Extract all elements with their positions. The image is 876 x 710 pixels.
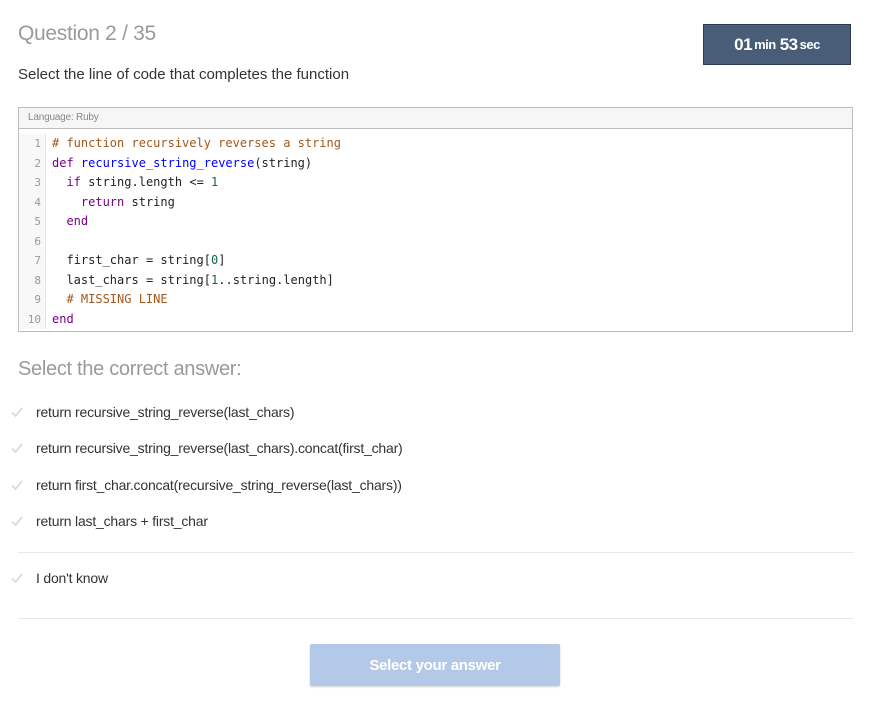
answer-label: return recursive_string_reverse(last_cha…	[36, 404, 295, 420]
answer-option-3[interactable]: return first_char.concat(recursive_strin…	[10, 473, 402, 497]
code-snippet: Language: Ruby 1 2 3 4 5 6 7 8 9 10 # fu…	[18, 107, 853, 332]
answer-option-2[interactable]: return recursive_string_reverse(last_cha…	[10, 436, 403, 460]
line-number: 1	[34, 137, 41, 150]
divider	[18, 552, 853, 553]
timer-seconds: 53	[779, 34, 798, 54]
code-lines: # function recursively reverses a string…	[46, 134, 341, 329]
code-line: def recursive_string_reverse(string)	[52, 155, 313, 170]
submit-answer-button[interactable]: Select your answer	[310, 644, 560, 686]
timer-seconds-unit: sec	[799, 37, 821, 52]
code-line: # function recursively reverses a string	[52, 136, 341, 150]
code-line: end	[52, 311, 74, 326]
answer-label: return recursive_string_reverse(last_cha…	[36, 440, 403, 456]
timer-minutes-unit: min	[754, 37, 776, 52]
answer-label: return last_chars + first_char	[36, 513, 208, 529]
code-line: return string	[80, 194, 175, 209]
code-language-label: Language: Ruby	[19, 108, 852, 129]
line-number: 6	[34, 234, 41, 248]
answer-option-dont-know[interactable]: I don't know	[10, 566, 108, 590]
line-number-gutter: 1 2 3 4 5 6 7 8 9 10	[19, 134, 46, 329]
timer-minutes: 01	[734, 34, 753, 54]
code-line: if string.length <= 1	[66, 175, 219, 189]
code-line: # MISSING LINE	[66, 292, 168, 306]
line-number: 8	[34, 273, 41, 287]
line-number: 10	[27, 312, 41, 326]
checkmark-icon	[11, 480, 23, 491]
answer-label: return first_char.concat(recursive_strin…	[36, 477, 402, 493]
code-line: end	[66, 214, 89, 228]
answer-label: I don't know	[36, 570, 108, 586]
countdown-timer: 01 min 53 sec	[703, 24, 851, 65]
divider	[18, 618, 853, 619]
code-body: 1 2 3 4 5 6 7 8 9 10 # function recursiv…	[19, 129, 852, 329]
answer-option-1[interactable]: return recursive_string_reverse(last_cha…	[10, 400, 294, 424]
checkmark-icon	[11, 407, 23, 418]
checkmark-icon	[11, 573, 23, 584]
quiz-page: Question 2 / 35 01 min 53 sec Select the…	[0, 0, 876, 710]
question-counter: Question 2 / 35	[18, 22, 156, 45]
code-line: first_char = string[0]	[66, 253, 226, 267]
question-prompt: Select the line of code that completes t…	[18, 66, 350, 83]
checkmark-icon	[11, 516, 23, 527]
line-number: 9	[34, 293, 41, 306]
line-number: 5	[34, 215, 41, 228]
line-number: 3	[34, 176, 41, 189]
answers-heading: Select the correct answer:	[18, 358, 242, 380]
line-number: 4	[34, 195, 41, 209]
line-number: 2	[34, 156, 41, 170]
checkmark-icon	[11, 443, 23, 454]
code-line: last_chars = string[1..string.length]	[66, 272, 334, 287]
answer-option-4[interactable]: return last_chars + first_char	[10, 509, 208, 533]
line-number: 7	[34, 254, 41, 267]
